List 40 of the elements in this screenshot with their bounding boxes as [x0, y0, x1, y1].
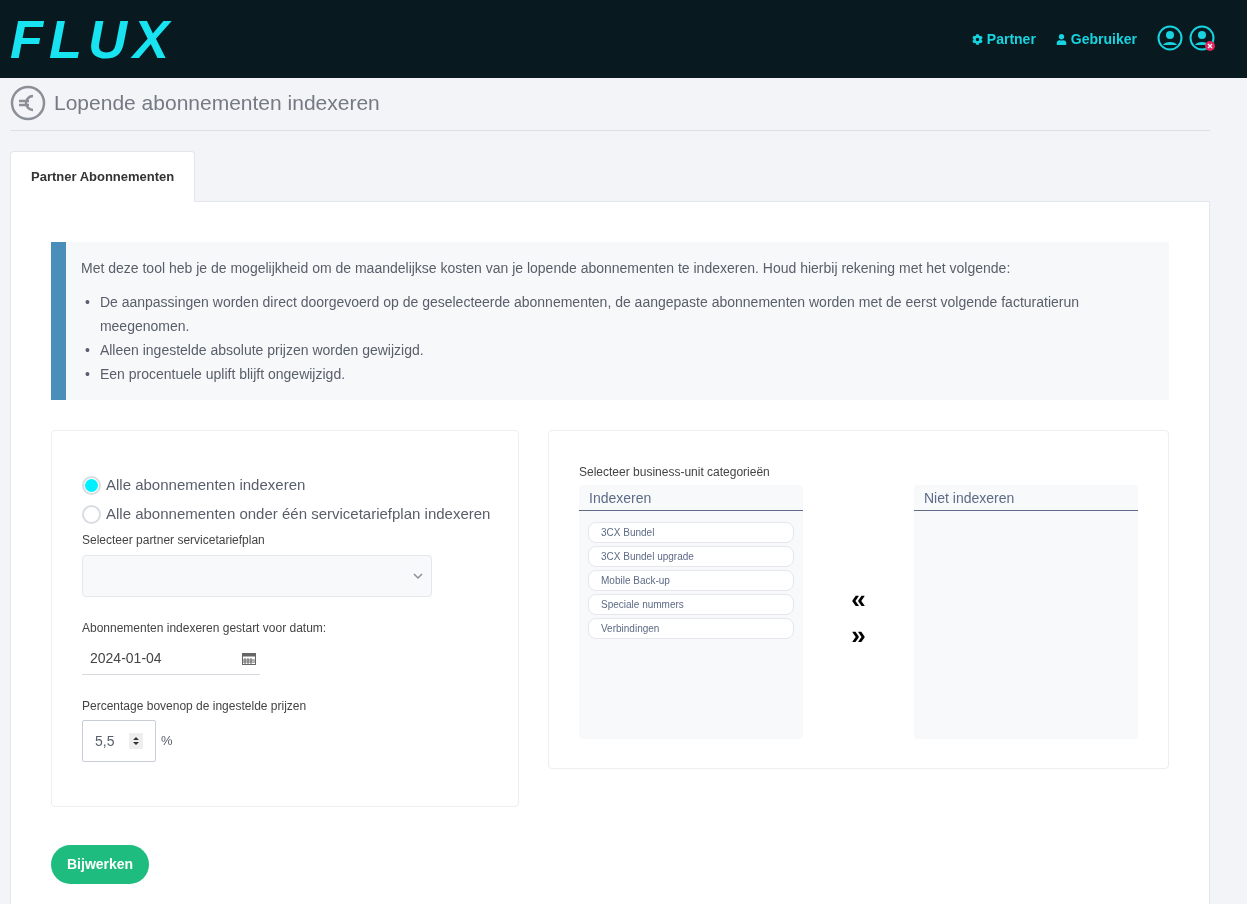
- percent-field[interactable]: 5,5: [82, 720, 156, 762]
- radio-button[interactable]: [82, 476, 101, 495]
- info-bullet: De aanpassingen worden direct doorgevoerd op de geselecteerde abonnementen, de aangepaste abonnementen worden met de eerst volgende facturatierun meegenomen.: [99, 293, 1081, 336]
- info-bullet: Een procentuele uplift blijft ongewijzigd.: [99, 365, 346, 384]
- spinner-icon[interactable]: [129, 733, 143, 749]
- info-bullet: Alleen ingestelde absolute prijzen worden gewijzigd.: [99, 341, 424, 360]
- user-icon[interactable]: [1157, 25, 1185, 53]
- nav-link[interactable]: Gebruiker: [1055, 28, 1137, 50]
- tab[interactable]: Partner Abonnementen: [10, 151, 196, 202]
- field-label: Selecteer business-unit categorieën: [579, 464, 771, 481]
- settings-icon: [971, 33, 983, 45]
- list-item[interactable]: 3CX Bundel upgrade: [588, 546, 794, 567]
- user-blocked-icon[interactable]: [1189, 25, 1217, 53]
- list-title: Niet indexeren: [914, 485, 1138, 511]
- bullet-marker: •: [85, 341, 90, 360]
- date-field[interactable]: 2024-01-04: [82, 643, 260, 675]
- radio-button[interactable]: [82, 505, 101, 524]
- calendar-icon[interactable]: [242, 652, 256, 665]
- info-text: Met deze tool heb je de mogelijkheid om de maandelijkse kosten van je lopende abonnementen te indexeren. Houd hierbij rekening met het volgende:: [81, 259, 1012, 278]
- list-item[interactable]: Speciale nummers: [588, 594, 794, 615]
- nav-link[interactable]: Partner: [971, 28, 1036, 50]
- move-left-button[interactable]: «: [851, 585, 866, 613]
- field-label: Selecteer partner servicetariefplan: [82, 532, 266, 549]
- bullet-marker: •: [85, 293, 90, 312]
- euro-icon: [10, 85, 46, 121]
- bullet-marker: •: [85, 365, 90, 384]
- radio-option[interactable]: Alle abonnementen indexeren: [82, 471, 518, 500]
- radio-option[interactable]: Alle abonnementen onder één servicetariefplan indexeren: [82, 500, 518, 529]
- list-item[interactable]: Mobile Back-up: [588, 570, 794, 591]
- percent-unit: %: [161, 732, 173, 751]
- field-label: Abonnementen indexeren gestart voor datum:: [82, 620, 328, 637]
- page-title: Lopende abonnementen indexeren: [54, 90, 380, 117]
- user-icon: [1055, 33, 1067, 45]
- chevron-down-icon: [413, 572, 423, 580]
- logo[interactable]: FLUX: [10, 12, 175, 66]
- move-right-button[interactable]: »: [851, 621, 866, 649]
- field-label: Percentage bovenop de ingestelde prijzen: [82, 698, 308, 715]
- list-item[interactable]: 3CX Bundel: [588, 522, 794, 543]
- list-item[interactable]: Verbindingen: [588, 618, 794, 639]
- list-title: Indexeren: [579, 485, 803, 511]
